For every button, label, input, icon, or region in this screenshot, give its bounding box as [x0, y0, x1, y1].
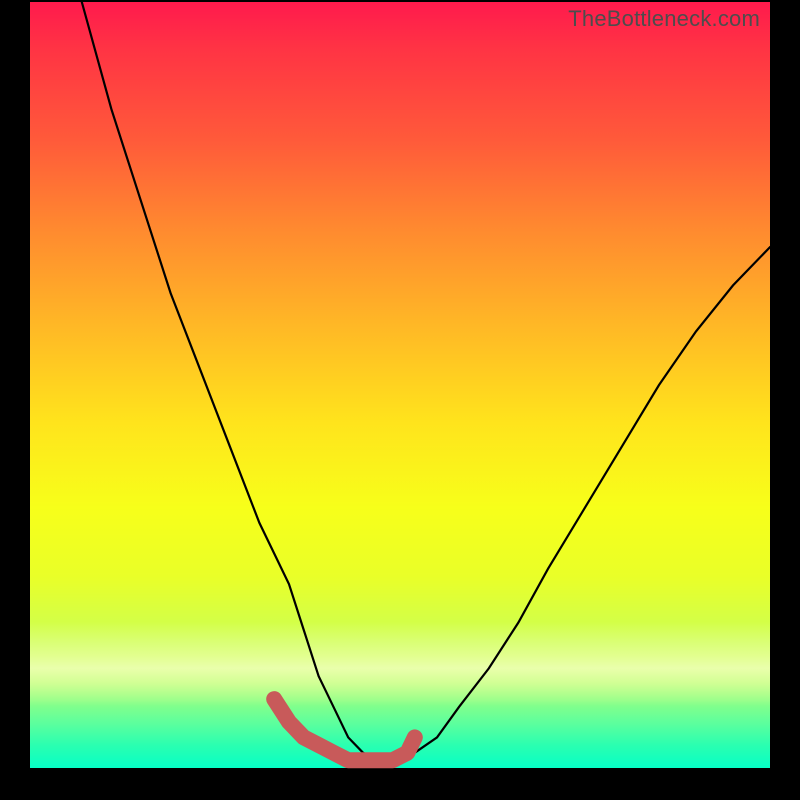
bottleneck-curve-svg — [30, 2, 770, 768]
chart-plot-area — [30, 2, 770, 768]
bottleneck-curve-line — [82, 2, 770, 760]
watermark-text: TheBottleneck.com — [568, 6, 760, 32]
